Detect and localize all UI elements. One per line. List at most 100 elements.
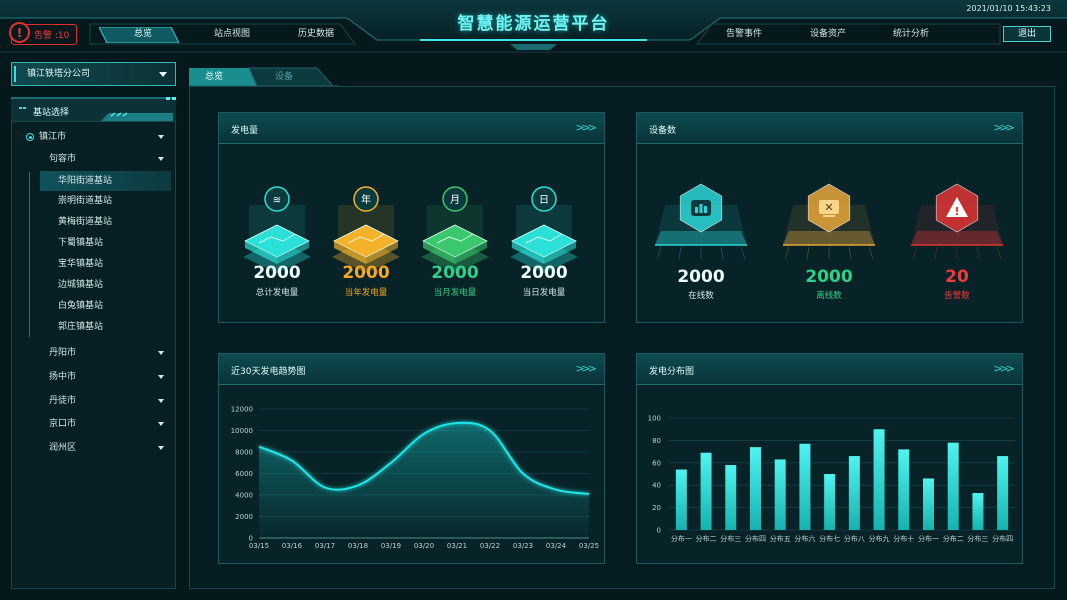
device-grid-line — [784, 246, 790, 260]
chevron-down-icon — [158, 446, 164, 450]
tree-node-label: 京口市 — [49, 419, 77, 429]
bar — [873, 429, 885, 530]
x-tick-label: 03/22 — [480, 542, 500, 550]
bar — [848, 456, 860, 530]
x-tick-label: 分布八 — [844, 534, 865, 543]
device-count-card: 设备数 >>> ✕! 2000 在线数 2000 离线数 20 告警数 — [636, 112, 1023, 323]
device-tile-1: ✕ — [783, 183, 875, 260]
y-tick-label: 2000 — [235, 513, 253, 521]
tree-station[interactable]: 边城镇基站 — [40, 276, 171, 294]
device-grid-line — [848, 246, 852, 260]
distribution-chart: 020406080100分布一 分布二 分布三 分布四 分布五 分布六 分布七 分布八 分布九分… — [648, 415, 1015, 543]
tree-node-jurong[interactable]: 句容市 — [11, 150, 176, 168]
bar — [824, 474, 836, 530]
trend-chart: 02000400060008000100001200003/15 03/16 03/… — [231, 406, 599, 551]
tree-station[interactable]: 下蜀镇基站 — [40, 234, 171, 252]
device-grid-line — [912, 246, 918, 260]
device-grid-line — [976, 246, 980, 260]
nav-statistics[interactable]: 统计分析 — [878, 27, 944, 42]
x-tick-label: 分布一 — [671, 534, 692, 543]
tree-node-zhenjiang[interactable]: 镇江市 — [11, 128, 176, 146]
company-select[interactable]: 镇江铁塔分公司 — [11, 62, 176, 86]
bar — [774, 459, 786, 530]
tree-station[interactable]: 黄梅街道基站 — [40, 213, 171, 231]
tab-devices[interactable]: 设备 — [275, 68, 293, 86]
power-year-value: 2000 — [342, 263, 390, 283]
device-offline-value: 2000 — [805, 267, 853, 287]
power-day-label: 当日发电量 — [522, 288, 566, 298]
day-icon-glyph: 日 — [539, 195, 549, 206]
bar — [923, 478, 934, 530]
tree-station[interactable]: 崇明街道基站 — [40, 192, 171, 210]
x-tick-label: 03/16 — [282, 542, 303, 550]
logout-button[interactable]: 退出 — [1003, 26, 1051, 42]
x-tick-label: 分布七 — [819, 534, 840, 543]
datetime: 2021/01/10 15:43:23 — [966, 4, 1051, 13]
monitor-stand-glyph — [823, 215, 835, 217]
tree-node-label: 润州区 — [49, 443, 77, 453]
y-tick-label: 20 — [652, 504, 661, 512]
y-tick-label: 10000 — [231, 427, 253, 435]
y-tick-label: 40 — [652, 482, 661, 490]
y-tick-label: 6000 — [235, 470, 253, 478]
tree-node-city[interactable]: 丹徒市 — [11, 392, 176, 410]
chart-bar-glyph — [695, 207, 698, 213]
y-tick-label: 4000 — [235, 492, 253, 500]
tree-node-label: 扬中市 — [49, 372, 77, 382]
select-accent — [14, 66, 16, 82]
tree-node-city[interactable]: 润州区 — [11, 439, 176, 457]
device-grid-line — [656, 246, 662, 260]
tree-node-city[interactable]: 丹阳市 — [11, 344, 176, 362]
x-tick-label: 分布九 — [869, 534, 890, 543]
x-tick-label: 03/17 — [315, 542, 335, 550]
tree-node-city[interactable]: 京口市 — [11, 415, 176, 433]
device-platform — [655, 231, 747, 245]
device-grid-line — [806, 246, 810, 260]
device-platform — [911, 231, 1003, 245]
tree-node-label: 句容市 — [49, 154, 77, 164]
power-year-label: 当年发电量 — [344, 288, 388, 298]
nav-device-assets[interactable]: 设备资产 — [795, 27, 861, 42]
trend-chart-card: 近30天发电趋势图 >>> 0 2000 4000 6000 8000 10000 1200… — [218, 353, 605, 564]
nav-alarm-events[interactable]: 告警事件 — [711, 27, 777, 42]
y-tick-label: 80 — [652, 437, 661, 445]
tab-overview[interactable]: 总览 — [205, 68, 223, 86]
tree-station[interactable]: 宝华镇基站 — [40, 255, 171, 273]
device-grid-line — [996, 246, 1002, 260]
bar — [898, 449, 910, 530]
tree-station-selected[interactable]: 华阳街道基站 — [40, 171, 171, 191]
alarm-badge[interactable]: ! 告警 :10 — [9, 22, 77, 45]
device-grid-line — [720, 246, 724, 260]
x-tick-label: 03/21 — [447, 542, 467, 550]
tree-node-label: 丹阳市 — [49, 348, 77, 358]
power-month-value: 2000 — [431, 263, 479, 283]
x-tick-label: 分布三 — [967, 534, 988, 543]
nav-site-view[interactable]: 站点视图 — [199, 27, 265, 42]
power-month-label: 当月发电量 — [433, 288, 477, 298]
bar — [700, 452, 712, 530]
tree-station[interactable]: 白兔镇基站 — [40, 297, 171, 315]
x-tick-label: 03/25 — [579, 542, 599, 550]
alert-icon: ! — [9, 22, 30, 43]
power-tile-3: 日 — [510, 186, 578, 273]
power-day-value: 2000 — [520, 263, 568, 283]
tree-node-city[interactable]: 扬中市 — [11, 368, 176, 386]
device-offline-label: 离线数 — [816, 291, 842, 301]
power-total-value: 2000 — [253, 263, 301, 283]
chart-bar-glyph — [699, 204, 703, 213]
power-total-label: 总计发电量 — [255, 288, 299, 298]
bar — [799, 443, 811, 530]
nav-history[interactable]: 历史数据 — [283, 27, 349, 42]
chart-bar-glyph — [704, 206, 707, 213]
nav-overview[interactable]: 总览 — [110, 27, 176, 42]
stack-icon-glyph: ≋ — [273, 195, 281, 206]
bar — [947, 442, 959, 530]
trend-area — [259, 422, 589, 538]
x-tick-label: 分布一 — [918, 534, 939, 543]
device-grid-line — [868, 246, 874, 260]
chevron-down-icon — [158, 351, 164, 355]
chevron-down-icon — [158, 422, 164, 426]
tree-station[interactable]: 郭庄镇基站 — [40, 318, 171, 336]
chevron-down-icon — [159, 72, 167, 77]
x-tick-label: 03/20 — [414, 542, 434, 550]
